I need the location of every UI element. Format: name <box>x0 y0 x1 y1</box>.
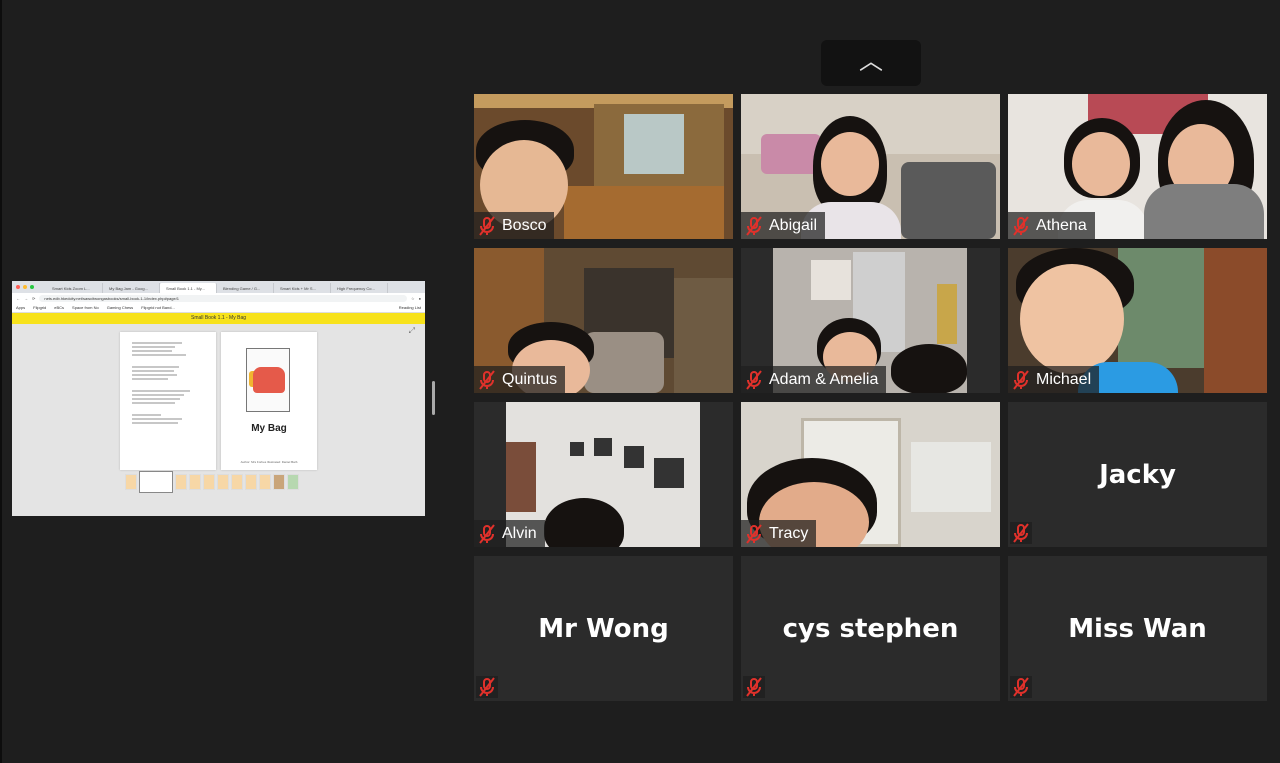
participant-tile[interactable]: Miss Wan <box>1008 556 1267 701</box>
forward-icon[interactable]: → <box>24 296 28 301</box>
participant-tile[interactable]: Adam & Amelia <box>741 248 1000 393</box>
participant-name: Jacky <box>1099 460 1176 490</box>
name-label-bar: Athena <box>1008 212 1095 239</box>
page-thumbnail[interactable] <box>217 474 229 490</box>
browser-toolbar: ← → ⟳ nets.edb.hkedcity.net/sawcitwongas… <box>12 293 425 304</box>
participant-tile[interactable]: Quintus <box>474 248 733 393</box>
book-page-left <box>120 332 216 470</box>
page-thumbnail-selected[interactable] <box>139 471 173 493</box>
chevron-up-icon: ︿ <box>859 47 883 75</box>
page-thumbnail[interactable] <box>189 474 201 490</box>
browser-tab[interactable]: My Bag Jam - Goog... <box>103 283 160 293</box>
meeting-window: Smart Kids Zoom L... My Bag Jam - Goog..… <box>0 0 1280 763</box>
page-thumbnail[interactable] <box>231 474 243 490</box>
browser-tab[interactable]: Smart Kids + Mr S... <box>274 283 331 293</box>
muted-mic-icon <box>479 215 495 236</box>
muted-mic-icon <box>479 677 495 697</box>
book-header: Small Book 1.1 - My Bag <box>12 313 425 324</box>
address-bar[interactable]: nets.edb.hkedcity.net/sawcitwongasbooks/… <box>39 295 407 302</box>
bookmark-item[interactable]: Flipgrid <box>33 305 46 311</box>
participant-name: Bosco <box>502 216 547 234</box>
participant-name: Abigail <box>769 216 818 234</box>
fullscreen-icon[interactable]: ⤢ <box>409 326 415 336</box>
page-thumbnail[interactable] <box>245 474 257 490</box>
participant-tile[interactable]: Bosco <box>474 94 733 239</box>
muted-mic-icon <box>746 523 762 544</box>
participant-name: cys stephen <box>782 614 959 644</box>
participant-tile[interactable]: Alvin <box>474 402 733 547</box>
browser-tab-active[interactable]: Small Book 1.1 - My... <box>160 283 217 293</box>
bookmark-item[interactable]: Gaming Chess <box>107 305 133 311</box>
muted-mic-icon <box>1013 215 1029 236</box>
shared-screen[interactable]: Smart Kids Zoom L... My Bag Jam - Goog..… <box>12 281 425 516</box>
muted-mic-icon <box>746 677 762 697</box>
muted-mic-icon <box>746 369 762 390</box>
participant-name: Michael <box>1036 370 1092 388</box>
resize-handle[interactable] <box>432 381 435 415</box>
page-thumbnails <box>125 471 299 493</box>
browser-tab[interactable]: Smart Kids Zoom L... <box>46 283 103 293</box>
bookmark-item[interactable]: Apps <box>16 305 25 311</box>
muted-mic-icon <box>1013 523 1029 543</box>
book-title: My Bag <box>251 423 287 434</box>
book-viewer: My Bag Author: Mrs Forbes Illustrated: D… <box>12 324 425 516</box>
browser-tab[interactable]: Blending Game / G... <box>217 283 274 293</box>
participant-name: Adam & Amelia <box>769 370 879 388</box>
book-credits: Author: Mrs Forbes Illustrated: Daniel B… <box>240 460 298 464</box>
bookmarks-bar: Apps Flipgrid eBCs Space from No Gaming … <box>12 304 425 313</box>
participant-name: Miss Wan <box>1068 614 1207 644</box>
name-label-bar: Michael <box>1008 366 1100 393</box>
muted-mic-icon <box>479 369 495 390</box>
reload-icon[interactable]: ⟳ <box>32 296 35 301</box>
cover-illustration <box>246 348 290 412</box>
page-thumbnail[interactable] <box>287 474 299 490</box>
participant-tile[interactable]: Abigail <box>741 94 1000 239</box>
name-label-bar: Bosco <box>474 212 555 239</box>
bookmark-item[interactable]: Space from No <box>72 305 99 311</box>
mute-status <box>743 676 765 698</box>
mute-status <box>476 676 498 698</box>
bookmark-item[interactable]: Flipgrid not Band... <box>141 305 175 311</box>
participant-tile[interactable]: Jacky <box>1008 402 1267 547</box>
name-label-bar: Tracy <box>741 520 817 547</box>
participant-name: Alvin <box>502 524 537 542</box>
muted-mic-icon <box>1013 677 1029 697</box>
participant-name: Athena <box>1036 216 1087 234</box>
name-label-bar: Adam & Amelia <box>741 366 887 393</box>
page-thumbnail[interactable] <box>203 474 215 490</box>
participant-name: Tracy <box>769 524 809 542</box>
collapse-gallery-button[interactable]: ︿ <box>821 40 921 86</box>
participant-name: Mr Wong <box>538 614 669 644</box>
participant-name: Quintus <box>502 370 558 388</box>
window-controls <box>16 285 34 289</box>
muted-mic-icon <box>1013 369 1029 390</box>
page-thumbnail[interactable] <box>125 474 137 490</box>
muted-mic-icon <box>746 215 762 236</box>
back-icon[interactable]: ← <box>16 296 20 301</box>
participant-tile[interactable]: Athena <box>1008 94 1267 239</box>
page-thumbnail[interactable] <box>175 474 187 490</box>
participant-tile[interactable]: cys stephen <box>741 556 1000 701</box>
name-label-bar: Quintus <box>474 366 566 393</box>
muted-mic-icon <box>479 523 495 544</box>
book-cover-page: My Bag Author: Mrs Forbes Illustrated: D… <box>221 332 317 470</box>
star-icon[interactable]: ☆ <box>411 296 415 301</box>
browser-tab-strip: Smart Kids Zoom L... My Bag Jam - Goog..… <box>12 281 425 293</box>
participant-tile[interactable]: Tracy <box>741 402 1000 547</box>
participant-tile[interactable]: Michael <box>1008 248 1267 393</box>
name-label-bar: Alvin <box>474 520 545 547</box>
page-thumbnail[interactable] <box>273 474 285 490</box>
bookmark-item[interactable]: eBCs <box>54 305 64 311</box>
participant-tile[interactable]: Mr Wong <box>474 556 733 701</box>
mute-status <box>1010 522 1032 544</box>
reading-list[interactable]: Reading List <box>399 305 421 311</box>
profile-icon[interactable]: ● <box>419 296 421 301</box>
name-label-bar: Abigail <box>741 212 826 239</box>
mute-status <box>1010 676 1032 698</box>
browser-tab[interactable]: High Frequency Co... <box>331 283 388 293</box>
page-thumbnail[interactable] <box>259 474 271 490</box>
